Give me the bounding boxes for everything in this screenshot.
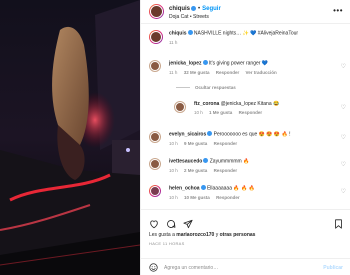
likes-summary: Les gusta a mariaorozco170 y otras perso… (149, 232, 255, 238)
hide-replies-label[interactable]: Ocultar respuestas (195, 85, 236, 90)
follow-button[interactable]: Seguir (202, 6, 221, 12)
verified-badge-icon (187, 30, 193, 35)
publish-button[interactable]: Publicar (323, 265, 343, 271)
like-comment-heart-icon[interactable]: ♡ (341, 134, 346, 141)
verified-badge-icon (200, 185, 206, 190)
caption-avatar[interactable] (149, 30, 163, 44)
comment-time: 10 h (169, 167, 178, 173)
author-avatar[interactable] (149, 4, 164, 19)
comment-input[interactable] (164, 264, 324, 271)
commenter-avatar[interactable] (149, 60, 161, 72)
comment-author[interactable]: evelyn_sicairos (169, 132, 206, 138)
verified-badge-icon (203, 158, 209, 163)
post-photo[interactable] (0, 0, 140, 275)
commenter-avatar[interactable] (149, 185, 161, 197)
caption-author[interactable]: chiquis (169, 31, 187, 37)
comment-meta: 10 h 10 Me gusta Responder (169, 195, 255, 200)
comment-author[interactable]: helen_ochoa (169, 186, 200, 192)
like-comment-heart-icon[interactable]: ♡ (341, 104, 346, 111)
post-details-panel: chiquis • Seguir Doja Cat • Streets ••• ch… (140, 0, 350, 275)
like-comment-heart-icon[interactable]: ♡ (341, 63, 346, 70)
caption-body: NASHVILLE nights… ✨ 💙 #AlivejaReinaTour (193, 30, 299, 37)
reply-button[interactable]: Responder (216, 195, 240, 200)
comment-likes[interactable]: 1 Me gusta (209, 110, 232, 115)
more-horizontal-icon[interactable]: ••• (333, 7, 343, 15)
post-modal: chiquis • Seguir Doja Cat • Streets ••• ch… (0, 0, 350, 275)
comment-likes[interactable]: 32 Me gusta (184, 70, 210, 75)
comment-author[interactable]: ftz_corona (194, 101, 219, 107)
caption-time: 11 h (169, 39, 178, 45)
commenter-avatar[interactable] (149, 158, 161, 170)
comment-body: Perooooooo es que 😍 😍 😍 🔥 ! (213, 131, 291, 138)
post-actions: Les gusta a mariaorozco170 y otras perso… (141, 209, 350, 275)
reply-button[interactable]: Responder (216, 70, 240, 75)
comment-author[interactable]: ivettesaucedo (169, 159, 202, 165)
verified-badge-icon (207, 131, 213, 136)
likes-user[interactable]: mariaorozco170 (176, 232, 214, 238)
comment-text: helen_ochoa Ellaaaaaaa 🔥 🔥 🔥 (169, 185, 255, 193)
comment-text: evelyn_sicairos Perooooooo es que 😍 😍 😍 … (169, 131, 291, 139)
post-timestamp[interactable]: HACE 11 HORAS (149, 241, 185, 246)
comment-likes[interactable]: 9 Me gusta (184, 141, 207, 146)
comment-body: It's giving power ranger 💙 (208, 60, 269, 67)
author-username[interactable]: chiquis (169, 6, 190, 12)
likes-and: y (215, 232, 219, 238)
comment-meta: 10 h 9 Me gusta Responder (169, 141, 291, 146)
comment-body: Zayummmmm 🔥 (209, 158, 250, 165)
like-comment-heart-icon[interactable]: ♡ (341, 188, 346, 195)
reply-item: ftz_corona @jenicka_lopez Kitana 😂 10 h … (174, 101, 279, 115)
comment-author[interactable]: jenicka_lopez (169, 61, 202, 67)
bookmark-icon[interactable] (334, 216, 343, 234)
comment-text: jenicka_lopez It's giving power ranger 💙 (169, 60, 282, 68)
comment-likes[interactable]: 10 Me gusta (184, 195, 210, 200)
caption-row: chiquis NASHVILLE nights… ✨ 💙 #AlivejaRe… (149, 30, 298, 45)
verified-badge-icon (191, 5, 197, 11)
commenter-avatar[interactable] (174, 101, 186, 113)
like-comment-heart-icon[interactable]: ♡ (341, 161, 346, 168)
comment-item: helen_ochoa Ellaaaaaaa 🔥 🔥 🔥 10 h 10 Me … (149, 185, 255, 200)
comment-time: 10 h (169, 140, 178, 146)
caption-meta: 11 h (169, 40, 298, 45)
emoji-icon[interactable] (149, 263, 158, 272)
comment-time: 10 h (194, 110, 203, 115)
comment-item: ivettesaucedo Zayummmmm 🔥 10 h 2 Me gust… (149, 158, 249, 173)
comment-meta: 11 h 32 Me gusta Responder Ver traducció… (169, 70, 282, 75)
comment-body: @jenicka_lopez Kitana 😂 (220, 101, 280, 107)
translate-button[interactable]: Ver traducción (246, 70, 277, 75)
likes-others[interactable]: otras personas (220, 232, 256, 238)
likes-prefix: Les gusta a (149, 232, 175, 238)
reply-button[interactable]: Responder (214, 168, 238, 173)
comment-meta: 10 h 2 Me gusta Responder (169, 168, 249, 173)
post-header-text: chiquis • Seguir Doja Cat • Streets (169, 2, 221, 21)
comment-time: 11 h (169, 69, 178, 75)
comment-meta: 10 h 1 Me gusta Responder (194, 110, 279, 115)
add-comment-bar: Publicar (141, 258, 350, 275)
comment-text: ftz_corona @jenicka_lopez Kitana 😂 (194, 101, 279, 108)
audio-track[interactable]: Doja Cat • Streets (169, 13, 221, 21)
comment-item: jenicka_lopez It's giving power ranger 💙… (149, 60, 282, 75)
header-separator: • (198, 6, 201, 12)
post-photo-image (0, 0, 140, 275)
comment-text: ivettesaucedo Zayummmmm 🔥 (169, 158, 249, 166)
replies-line (176, 87, 190, 88)
comment-time: 10 h (169, 194, 178, 200)
comments-list[interactable]: chiquis NASHVILLE nights… ✨ 💙 #AlivejaRe… (141, 25, 350, 209)
hide-replies-toggle[interactable]: Ocultar respuestas (176, 85, 236, 90)
post-header: chiquis • Seguir Doja Cat • Streets ••• (141, 0, 350, 24)
verified-badge-icon (202, 60, 208, 65)
reply-button[interactable]: Responder (214, 141, 238, 146)
caption-text: chiquis NASHVILLE nights… ✨ 💙 #AlivejaRe… (169, 30, 298, 38)
comment-item: evelyn_sicairos Perooooooo es que 😍 😍 😍 … (149, 131, 291, 146)
commenter-avatar[interactable] (149, 131, 161, 143)
reply-button[interactable]: Responder (239, 110, 263, 115)
comment-likes[interactable]: 2 Me gusta (184, 168, 207, 173)
comment-body: Ellaaaaaaa 🔥 🔥 🔥 (206, 185, 255, 192)
